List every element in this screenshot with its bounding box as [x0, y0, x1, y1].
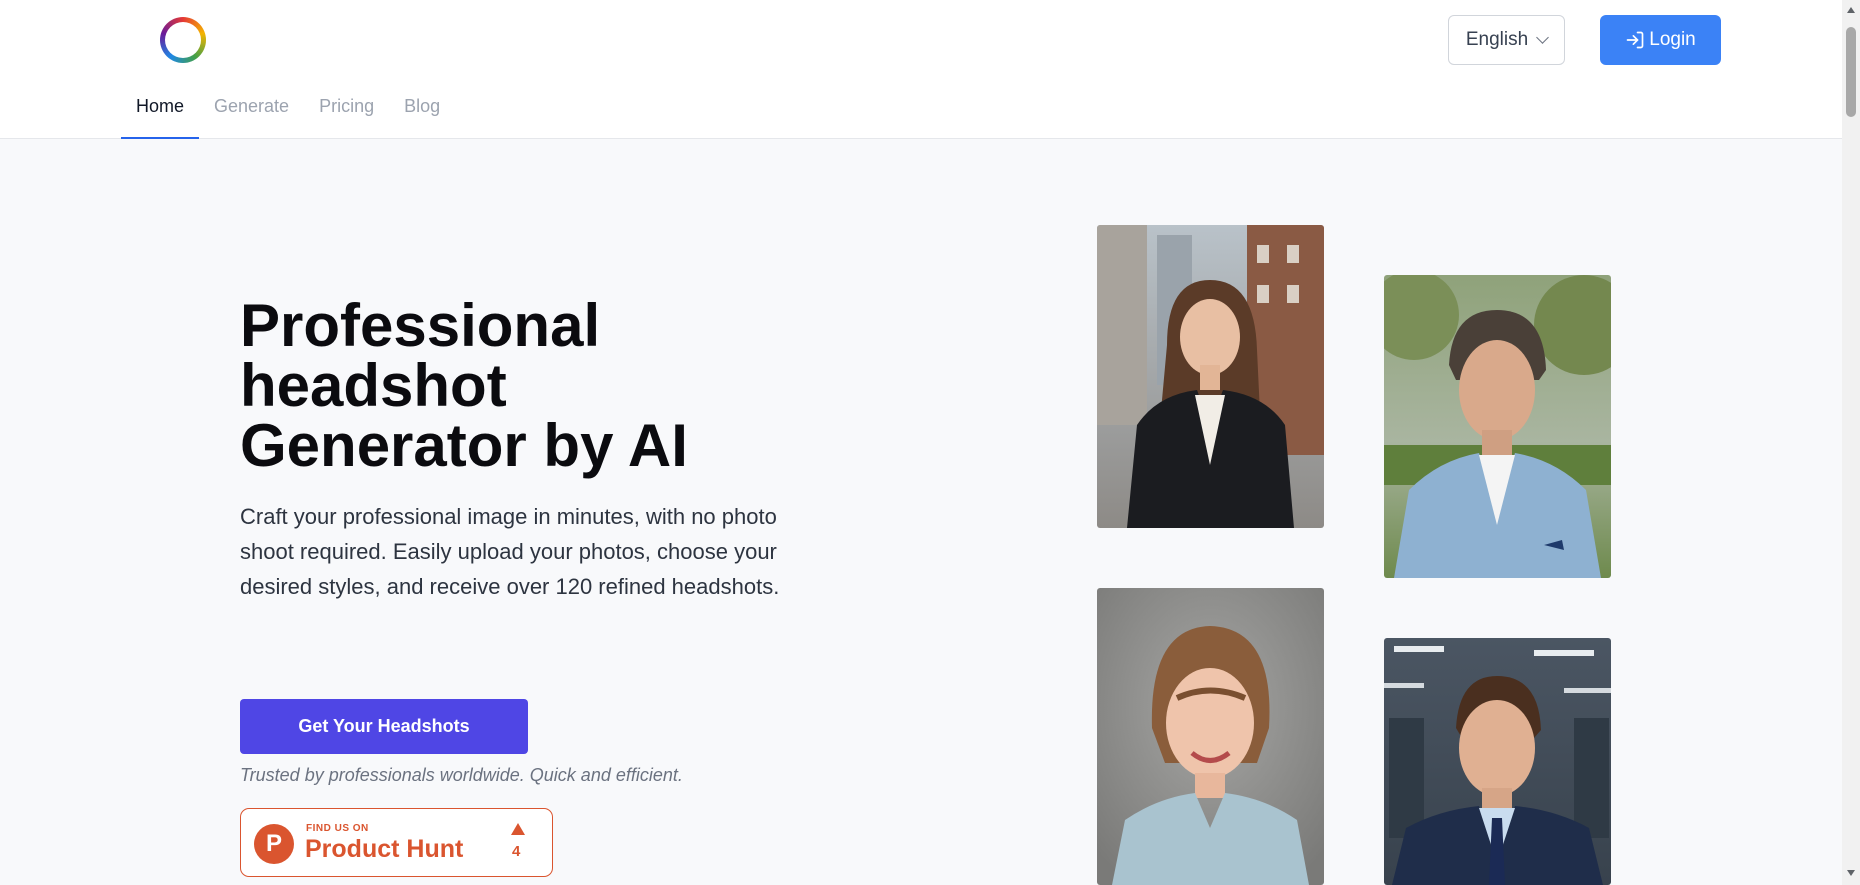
- trust-text: Trusted by professionals worldwide. Quic…: [240, 765, 683, 785]
- headshot-photo-woman-city: [1097, 225, 1324, 528]
- language-select[interactable]: English: [1448, 15, 1565, 65]
- upvote-count: 4: [512, 843, 521, 860]
- logo-ring-icon[interactable]: [160, 17, 206, 63]
- product-hunt-badge[interactable]: P FIND US ON Product Hunt 4: [240, 808, 553, 877]
- vertical-scrollbar[interactable]: [1842, 0, 1860, 885]
- tab-generate[interactable]: Generate: [199, 86, 304, 139]
- language-value: English: [1465, 29, 1529, 50]
- product-hunt-logo-icon: P: [254, 824, 294, 864]
- headshot-photo-man-office: [1384, 638, 1611, 885]
- login-label: Login: [1649, 29, 1696, 50]
- headshot-photo-woman-studio: [1097, 588, 1324, 885]
- hero-description: Craft your professional image in minutes…: [240, 504, 780, 599]
- headshot-photo-man-park: [1384, 275, 1611, 578]
- get-headshots-button[interactable]: Get Your Headshots: [240, 699, 528, 754]
- chevron-down-icon: [1536, 31, 1550, 44]
- tab-pricing[interactable]: Pricing: [304, 86, 389, 139]
- top-header: English Login Home Generate Pricing Blog: [0, 0, 1842, 139]
- tab-blog[interactable]: Blog: [389, 86, 455, 139]
- hero-title-line: headshot: [240, 352, 507, 419]
- upvote-arrow-icon: [511, 823, 525, 835]
- tab-home[interactable]: Home: [121, 86, 200, 139]
- scroll-thumb[interactable]: [1846, 27, 1856, 117]
- hero-title-line: Generator by AI: [240, 412, 688, 479]
- login-button[interactable]: Login: [1600, 15, 1721, 65]
- main-nav: Home Generate Pricing Blog: [121, 86, 455, 139]
- hero-title: Professional headshot Generator by AI: [240, 296, 800, 476]
- hero-title-line: Professional: [240, 292, 601, 359]
- scroll-up-arrow-icon[interactable]: [1847, 7, 1855, 13]
- scroll-down-arrow-icon[interactable]: [1847, 870, 1855, 876]
- sign-in-icon: [1625, 30, 1645, 50]
- product-hunt-find-text: FIND US ON: [306, 823, 369, 834]
- product-hunt-name: Product Hunt: [305, 835, 464, 863]
